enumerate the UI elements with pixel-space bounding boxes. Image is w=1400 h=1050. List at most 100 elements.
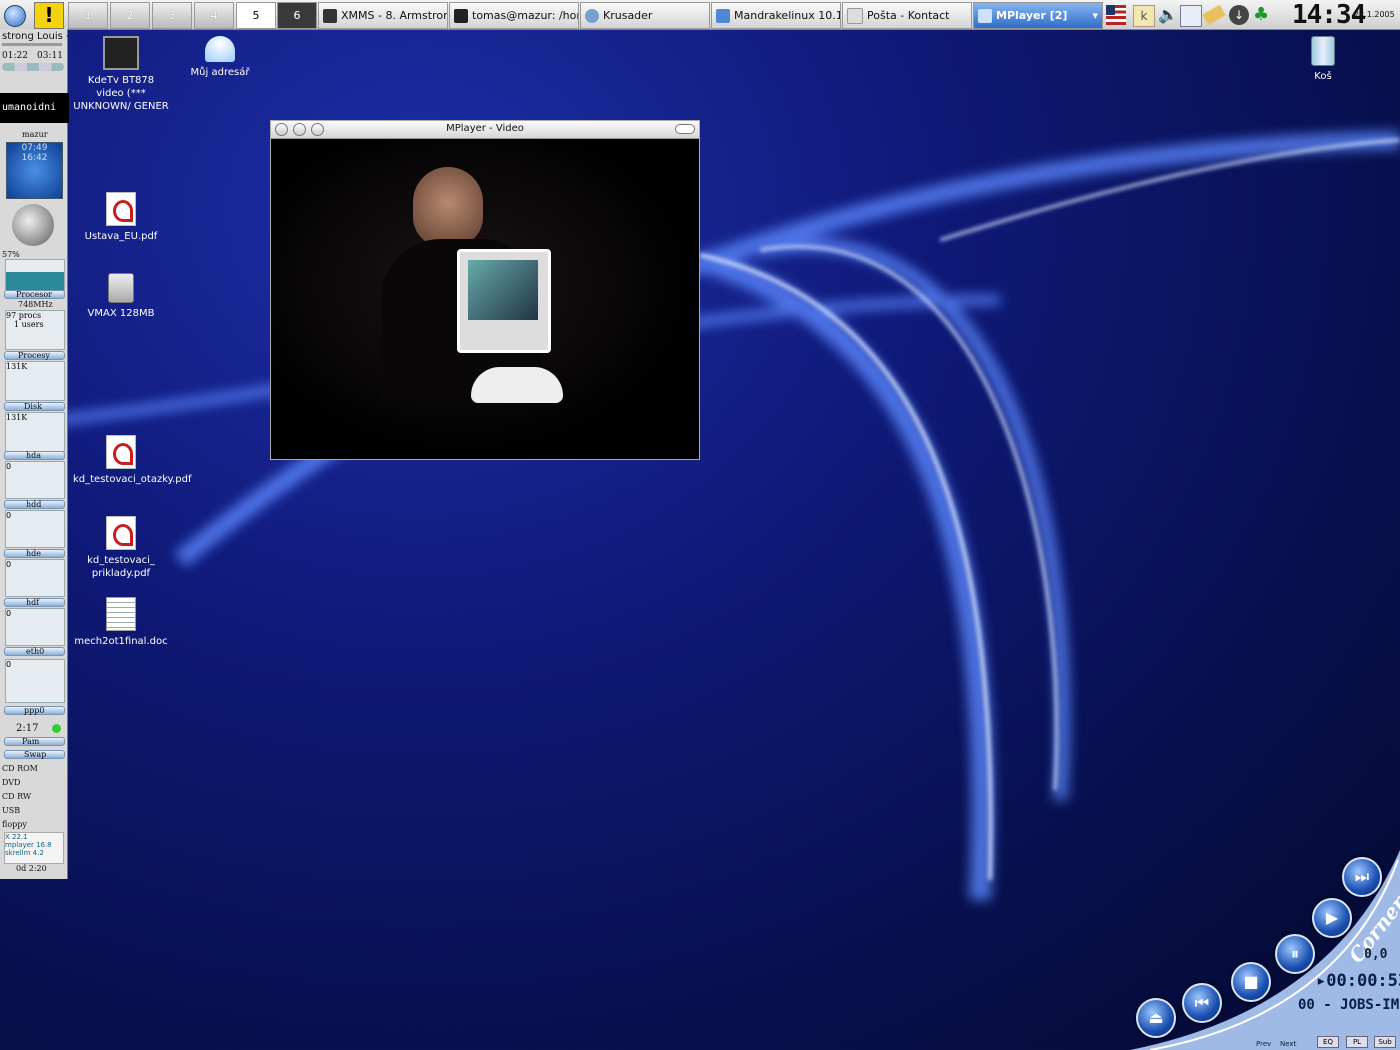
mount-usb[interactable]: USB: [2, 806, 20, 815]
task-xmms[interactable]: XMMS - 8. Armstrong: [318, 2, 448, 29]
task-mplayer[interactable]: MPlayer [2] ▾: [973, 2, 1103, 29]
procesy-chart: 131K: [5, 361, 65, 401]
mplayer-icon: [978, 9, 992, 23]
desktop-icon-ustava[interactable]: Ustava_EU.pdf: [73, 192, 169, 243]
hde-chart: 0: [5, 559, 65, 597]
playlist-button[interactable]: PL: [1346, 1036, 1368, 1048]
drive-icon: [108, 273, 134, 303]
corner-mp-volume: 0,0: [1364, 947, 1388, 962]
imac-base: [471, 367, 563, 403]
versions-panel: X 22.1 mplayer 16.8 skrellm 4.2: [4, 832, 64, 864]
clipboard-icon[interactable]: [1202, 4, 1226, 26]
desktop-icon-vmax[interactable]: VMAX 128MB: [73, 273, 169, 320]
disk-chart: 131K: [5, 412, 65, 452]
hdf-label: hdf: [26, 598, 40, 607]
kate-icon[interactable]: k: [1133, 5, 1155, 27]
corner-mp-time: ▸00:00:53: [1316, 971, 1400, 991]
desktop-icon-trash[interactable]: Koš: [1275, 36, 1371, 83]
desktop-1-button[interactable]: 1: [68, 2, 108, 29]
task-label: XMMS - 8. Armstrong: [341, 9, 448, 22]
icon-label: Můj adresář: [190, 67, 250, 78]
hda-value: 0: [6, 462, 12, 471]
desktop-3-button[interactable]: 3: [152, 2, 192, 29]
icon-label: Ustava_EU.pdf: [84, 231, 158, 242]
xmms-time-elapsed: 01:22: [2, 51, 28, 61]
desktop-icon-kdetv[interactable]: KdeTv BT878 video (*** UNKNOWN/ GENER: [73, 36, 169, 113]
procs-chart: 97 procs 1 users: [5, 310, 65, 350]
previous-track-button[interactable]: ⏮: [1182, 983, 1222, 1023]
desktop-5-button[interactable]: 5: [236, 2, 276, 29]
next-label[interactable]: Next: [1280, 1040, 1296, 1048]
shade-icon[interactable]: [675, 124, 695, 134]
disk-value: 131K: [6, 413, 28, 422]
cpu-freq: 748MHz: [18, 300, 53, 309]
panel-date: 22.1.2005: [1354, 10, 1395, 19]
warning-icon[interactable]: !: [34, 2, 64, 29]
eq-button[interactable]: EQ: [1317, 1036, 1339, 1048]
us-flag-icon[interactable]: [1106, 5, 1126, 25]
doc-icon: [106, 597, 136, 631]
pdf-icon: [106, 435, 136, 469]
next-track-button[interactable]: ⏭: [1342, 857, 1382, 897]
mount-dvd[interactable]: DVD: [2, 778, 20, 787]
earth-clock-time-2: 16:42: [21, 153, 48, 163]
uptime: 0d 2:20: [16, 864, 47, 873]
hdd-chart: 0: [5, 510, 65, 548]
cpu-chart: [5, 259, 65, 291]
imac-screen: [468, 260, 538, 320]
speaker-icon[interactable]: 🔈: [1158, 5, 1178, 25]
desktop-icon-doc[interactable]: mech2ot1final.doc: [73, 597, 169, 648]
k-menu-icon[interactable]: [4, 5, 26, 27]
users-count: 1 users: [14, 320, 44, 329]
krusader-icon: [585, 9, 599, 23]
network-icon[interactable]: [1180, 5, 1202, 27]
xmms-song-title: strong Louis -: [2, 31, 70, 42]
task-krusader[interactable]: Krusader: [580, 2, 710, 29]
stop-button[interactable]: ■: [1231, 962, 1271, 1002]
xmms-controls[interactable]: [2, 63, 64, 71]
ppp0-label: ppp0: [24, 706, 45, 715]
pause-button[interactable]: ⏸: [1275, 934, 1315, 974]
ppp0-status-led-icon[interactable]: [52, 724, 61, 733]
icon-label: kd_testovaci_ priklady.pdf: [87, 555, 155, 579]
task-label: Krusader: [603, 9, 653, 22]
clover-icon[interactable]: ♣: [1253, 5, 1273, 25]
desktop-2-button[interactable]: 2: [110, 2, 150, 29]
icon-label: kd_testovaci_otazky.pdf: [73, 474, 192, 485]
hdf-chart: 0: [5, 608, 65, 646]
mount-cdrw[interactable]: CD RW: [2, 792, 31, 801]
kontact-icon: [847, 8, 863, 24]
desktop-icon-priklady[interactable]: kd_testovaci_ priklady.pdf: [73, 516, 169, 580]
procesy-value: 131K: [6, 362, 28, 371]
task-browser[interactable]: Mandrakelinux 10.1 C: [711, 2, 841, 29]
hdd-label: hdd: [26, 500, 42, 509]
play-button[interactable]: ▶: [1312, 898, 1352, 938]
home-igloo-icon: [205, 36, 235, 62]
hda-chart: 0: [5, 461, 65, 499]
hde-label: hde: [26, 549, 42, 558]
video-frame: [271, 139, 699, 459]
desktop-4-button[interactable]: 4: [194, 2, 234, 29]
tv-icon: [103, 36, 139, 70]
task-label: Pošta - Kontact: [867, 9, 950, 22]
subtitle-button[interactable]: Sub: [1374, 1036, 1396, 1048]
desktop-icon-otazky[interactable]: kd_testovaci_otazky.pdf: [73, 435, 192, 486]
mount-floppy[interactable]: floppy: [2, 820, 27, 829]
hde-value: 0: [6, 560, 12, 569]
xmms-progress[interactable]: [2, 43, 62, 46]
task-terminal[interactable]: tomas@mazur: /home: [449, 2, 579, 29]
xmms-icon: [323, 9, 337, 23]
xmms-time-total: 03:11: [37, 51, 63, 61]
prev-label[interactable]: Prev: [1256, 1040, 1271, 1048]
download-icon[interactable]: ↓: [1229, 5, 1249, 25]
desktop-icon-home[interactable]: Můj adresář: [172, 36, 268, 79]
icon-label: mech2ot1final.doc: [74, 636, 168, 647]
task-kontact[interactable]: Pošta - Kontact: [842, 2, 972, 29]
eject-button[interactable]: ⏏: [1136, 998, 1176, 1038]
procs-count: 97 procs: [6, 311, 42, 320]
desktop-6-button[interactable]: 6: [277, 2, 317, 29]
mount-cdrom[interactable]: CD ROM: [2, 764, 38, 773]
procesy-label: Procesy: [18, 351, 50, 360]
mplayer-titlebar[interactable]: MPlayer - Video: [271, 121, 699, 139]
speaker-face: [413, 167, 483, 247]
